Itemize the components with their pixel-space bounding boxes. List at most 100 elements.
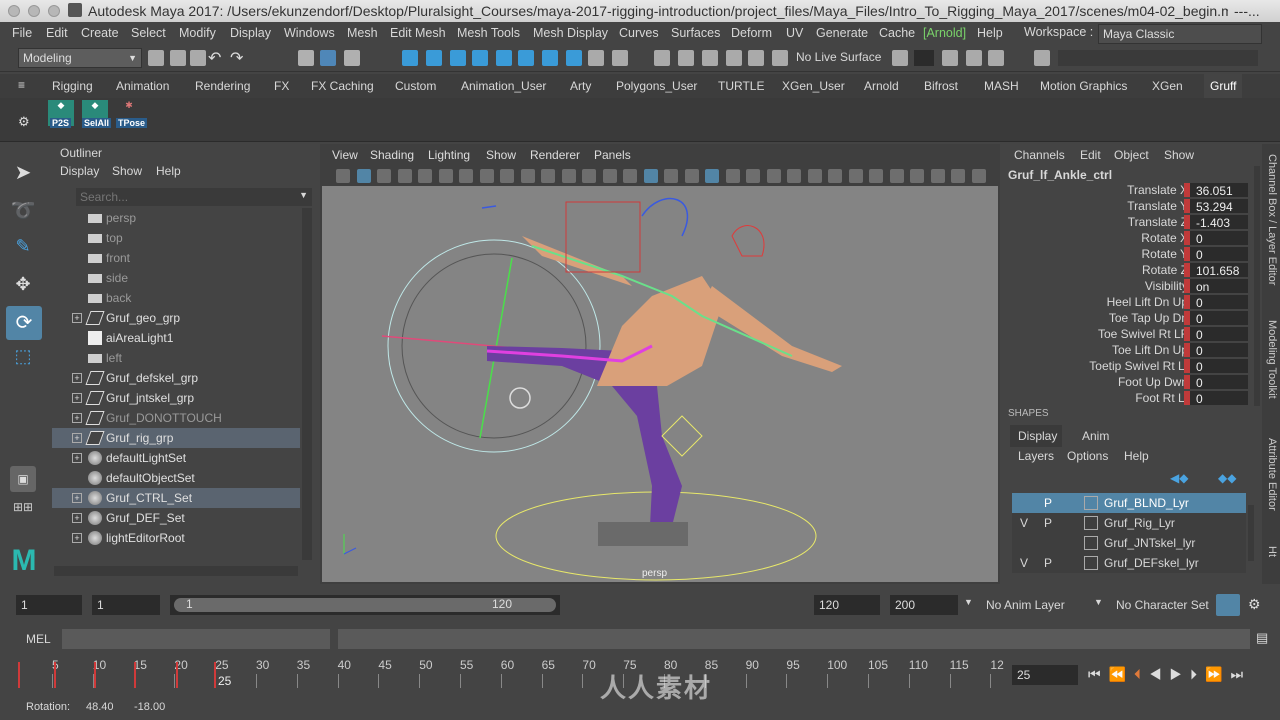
handle-mask-icon[interactable] <box>426 50 442 66</box>
redo-icon[interactable]: ↷ <box>230 48 243 68</box>
expand-icon[interactable]: + <box>72 433 82 443</box>
layer-playback-toggle[interactable]: P <box>1044 513 1052 533</box>
channelbox-menu-channels[interactable]: Channels <box>1014 148 1065 162</box>
chevron-down-icon[interactable]: ▼ <box>1094 597 1103 607</box>
shelf-tab-polygons-user[interactable]: Polygons_User <box>616 74 697 98</box>
shelf-tab-animation[interactable]: Animation <box>116 74 169 98</box>
curve-mask-icon[interactable] <box>472 50 488 66</box>
channel-value[interactable]: 0 <box>1184 231 1248 246</box>
menu-windows[interactable]: Windows <box>284 23 335 43</box>
shelf-tab-custom[interactable]: Custom <box>395 74 436 98</box>
snap-grid-icon[interactable] <box>654 50 670 66</box>
layer-menu-options[interactable]: Options <box>1067 449 1108 463</box>
viewport-toolbar-icon[interactable] <box>438 169 453 183</box>
viewport-toolbar-icon[interactable] <box>725 169 740 183</box>
viewport-toolbar-icon[interactable] <box>643 169 658 183</box>
menu-arnold[interactable]: [Arnold] <box>923 23 966 43</box>
viewport-toolbar-icon[interactable] <box>582 169 596 183</box>
side-tab-ht[interactable]: Ht <box>1266 546 1278 557</box>
shelf-tab-arty[interactable]: Arty <box>570 74 591 98</box>
menu-uv[interactable]: UV <box>786 23 803 43</box>
outliner-menu-display[interactable]: Display <box>60 164 99 178</box>
outliner-item[interactable]: + Gruf_rig_grp <box>52 428 300 448</box>
expand-icon[interactable]: + <box>72 313 82 323</box>
select-by-object-icon[interactable] <box>320 50 336 66</box>
shelf-tab-gruff[interactable]: Gruff <box>1204 74 1243 98</box>
outliner-search-field[interactable]: ▼ <box>76 188 312 206</box>
viewport-toolbar-icon[interactable] <box>541 169 555 183</box>
viewport-toolbar-icon[interactable] <box>889 169 904 183</box>
expand-icon[interactable]: + <box>72 493 82 503</box>
side-tab-channel-box[interactable]: Channel Box / Layer Editor <box>1266 154 1278 285</box>
shelf-tab-xgen[interactable]: XGen <box>1152 74 1183 98</box>
viewport-toolbar-icon[interactable] <box>418 169 432 183</box>
viewport-toolbar-icon[interactable] <box>684 169 699 183</box>
layer-scrollbar[interactable] <box>1248 505 1254 561</box>
viewport-toolbar-icon[interactable] <box>377 169 391 183</box>
menu-mesh-display[interactable]: Mesh Display <box>533 23 608 43</box>
expand-icon[interactable]: + <box>72 513 82 523</box>
viewport-scene[interactable]: persp <box>322 186 998 582</box>
channel-row[interactable]: Translate Z -1.403 <box>1004 214 1254 230</box>
new-layer-icon[interactable]: ◆◆ <box>1218 471 1236 485</box>
viewport-toolbar-icon[interactable] <box>397 169 412 183</box>
ipr-render-icon[interactable] <box>942 50 958 66</box>
channel-row[interactable]: Heel Lift Dn Up 0 <box>1004 294 1254 310</box>
menu-display[interactable]: Display <box>230 23 271 43</box>
render-settings-icon[interactable] <box>966 50 982 66</box>
viewport-menu-lighting[interactable]: Lighting <box>428 144 470 166</box>
lock-selection-icon[interactable] <box>588 50 604 66</box>
layer-color-icon[interactable] <box>1084 536 1098 550</box>
viewport-menu-shading[interactable]: Shading <box>370 144 414 166</box>
channel-row[interactable]: Foot Rt Lf 0 <box>1004 390 1254 406</box>
script-editor-icon[interactable]: ▤ <box>1256 630 1268 646</box>
auto-key-icon[interactable] <box>1216 594 1240 616</box>
rotate-tool-icon[interactable]: ⟳ <box>6 306 42 340</box>
viewport-toolbar-icon[interactable] <box>869 169 883 183</box>
anim-layer-select[interactable]: No Anim Layer <box>986 598 1065 612</box>
viewport-toolbar-icon[interactable] <box>951 169 965 183</box>
channel-value[interactable]: 0 <box>1184 375 1248 390</box>
layer-menu-help[interactable]: Help <box>1124 449 1149 463</box>
shelf-tab-fx[interactable]: FX <box>274 74 289 98</box>
paint-select-tool-icon[interactable]: ✎ <box>10 236 36 262</box>
channel-value[interactable]: 0 <box>1184 295 1248 310</box>
workspace-select[interactable]: Maya Classic <box>1098 24 1262 44</box>
outliner-hscrollbar[interactable] <box>54 566 298 576</box>
snap-point-icon[interactable] <box>702 50 718 66</box>
viewport-toolbar-icon[interactable] <box>705 169 719 183</box>
viewport-toolbar-icon[interactable] <box>479 169 494 183</box>
shelf-menu-icon[interactable]: ≡ <box>18 78 30 92</box>
menu-generate[interactable]: Generate <box>816 23 868 43</box>
outliner-item[interactable]: + Gruf_jntskel_grp <box>52 388 300 408</box>
layer-playback-toggle[interactable]: P <box>1044 553 1052 573</box>
menu-cache[interactable]: Cache <box>879 23 915 43</box>
shelf-tab-rendering[interactable]: Rendering <box>195 74 250 98</box>
outliner-item[interactable]: + Gruf_CTRL_Set <box>52 488 300 508</box>
layer-row[interactable]: V P Gruf_DEFskel_lyr <box>1012 553 1246 573</box>
menu-create[interactable]: Create <box>81 23 119 43</box>
menu-modify[interactable]: Modify <box>179 23 216 43</box>
viewport-toolbar-icon[interactable] <box>807 169 822 183</box>
channelbox-menu-object[interactable]: Object <box>1114 148 1149 162</box>
keyframe-marker[interactable] <box>176 662 178 688</box>
channel-value[interactable]: 101.658 <box>1184 263 1248 278</box>
layer-tab-anim[interactable]: Anim <box>1082 429 1109 443</box>
joint-mask-icon[interactable] <box>450 50 466 66</box>
viewport-menu-view[interactable]: View <box>332 144 358 166</box>
menu-deform[interactable]: Deform <box>731 23 772 43</box>
undo-icon[interactable]: ↶ <box>208 48 221 68</box>
channelbox-scrollbar[interactable] <box>1254 166 1260 406</box>
zoom-window-button[interactable] <box>48 5 60 17</box>
minimize-window-button[interactable] <box>28 5 40 17</box>
outliner-item[interactable]: + Gruf_DONOTTOUCH <box>52 408 300 428</box>
keyframe-marker[interactable] <box>214 662 216 688</box>
history-icon[interactable] <box>772 50 788 66</box>
expand-icon[interactable]: + <box>72 393 82 403</box>
channel-row[interactable]: Rotate X0 <box>1004 230 1254 246</box>
channel-row[interactable]: Translate X 36.051 <box>1004 182 1254 198</box>
make-live-icon[interactable] <box>748 50 764 66</box>
channel-row[interactable]: Toe Lift Dn Up 0 <box>1004 342 1254 358</box>
scale-tool-icon[interactable]: ⬚ <box>10 346 36 372</box>
layer-color-icon[interactable] <box>1084 556 1098 570</box>
